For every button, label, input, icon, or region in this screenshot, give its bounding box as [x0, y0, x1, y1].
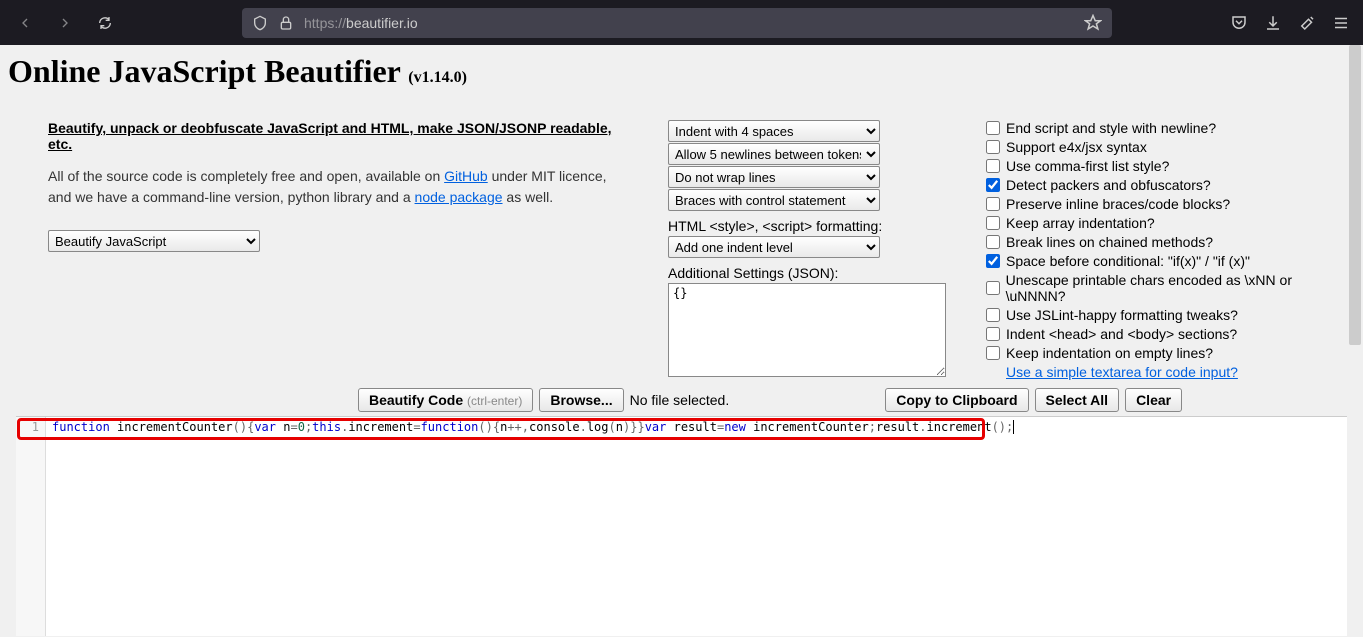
- beautify-mode-select[interactable]: Beautify JavaScript: [48, 230, 260, 252]
- bookmark-star-icon[interactable]: [1084, 14, 1102, 32]
- action-row: Beautify Code (ctrl-enter) Browse... No …: [358, 388, 1355, 412]
- right-column: End script and style with newline? Suppor…: [986, 120, 1346, 380]
- browser-right-icons: [1229, 13, 1351, 33]
- option-6[interactable]: Break lines on chained methods?: [986, 234, 1346, 250]
- option-checkbox-8[interactable]: [986, 281, 1000, 295]
- option-checkbox-0[interactable]: [986, 121, 1000, 135]
- copy-button[interactable]: Copy to Clipboard: [885, 388, 1028, 412]
- gutter: 1: [16, 417, 46, 636]
- subtitle: Beautify, unpack or deobfuscate JavaScri…: [48, 120, 628, 152]
- shield-icon: [252, 15, 268, 31]
- browse-button[interactable]: Browse...: [539, 388, 623, 412]
- downloads-icon[interactable]: [1263, 13, 1283, 33]
- url-bar[interactable]: https://beautifier.io: [242, 8, 1112, 38]
- option-4[interactable]: Preserve inline braces/code blocks?: [986, 196, 1346, 212]
- option-checkbox-9[interactable]: [986, 308, 1000, 322]
- left-column: Beautify, unpack or deobfuscate JavaScri…: [8, 120, 628, 380]
- url-text: https://beautifier.io: [304, 15, 1074, 31]
- use-textarea-link[interactable]: Use a simple textarea for code input?: [1006, 364, 1238, 380]
- newlines-select[interactable]: Allow 5 newlines between tokens: [668, 143, 880, 165]
- devtools-icon[interactable]: [1297, 13, 1317, 33]
- wrap-select[interactable]: Do not wrap lines: [668, 166, 880, 188]
- option-3[interactable]: Detect packers and obfuscators?: [986, 177, 1346, 193]
- option-checkbox-4[interactable]: [986, 197, 1000, 211]
- file-status: No file selected.: [630, 392, 730, 408]
- option-checkbox-3[interactable]: [986, 178, 1000, 192]
- select-all-button[interactable]: Select All: [1035, 388, 1120, 412]
- page-content: Online JavaScript Beautifier (v1.14.0) B…: [0, 45, 1363, 637]
- option-label: Indent <head> and <body> sections?: [1006, 326, 1237, 342]
- node-package-link[interactable]: node package: [415, 189, 503, 205]
- option-label: Keep array indentation?: [1006, 215, 1155, 231]
- option-checkbox-10[interactable]: [986, 327, 1000, 341]
- pocket-icon[interactable]: [1229, 13, 1249, 33]
- github-link[interactable]: GitHub: [444, 168, 488, 184]
- forward-button[interactable]: [52, 10, 78, 36]
- option-7[interactable]: Space before conditional: "if(x)" / "if …: [986, 253, 1346, 269]
- page-title: Online JavaScript Beautifier (v1.14.0): [8, 53, 1355, 90]
- braces-select[interactable]: Braces with control statement: [668, 189, 880, 211]
- option-label: Space before conditional: "if(x)" / "if …: [1006, 253, 1250, 269]
- option-label: Break lines on chained methods?: [1006, 234, 1213, 250]
- option-label: Preserve inline braces/code blocks?: [1006, 196, 1230, 212]
- middle-column: Indent with 4 spaces Allow 5 newlines be…: [668, 120, 946, 380]
- option-label: Unescape printable chars encoded as \xNN…: [1006, 272, 1346, 304]
- option-label: Keep indentation on empty lines?: [1006, 345, 1213, 361]
- description: All of the source code is completely fre…: [48, 166, 628, 208]
- option-label: Use JSLint-happy formatting tweaks?: [1006, 307, 1238, 323]
- code-line[interactable]: function incrementCounter(){var n=0;this…: [52, 420, 1014, 434]
- option-label: Support e4x/jsx syntax: [1006, 139, 1147, 155]
- scrollbar-thumb[interactable]: [1349, 45, 1361, 345]
- additional-settings-label: Additional Settings (JSON):: [668, 265, 946, 281]
- option-label: End script and style with newline?: [1006, 120, 1216, 136]
- option-checkbox-2[interactable]: [986, 159, 1000, 173]
- option-10[interactable]: Indent <head> and <body> sections?: [986, 326, 1346, 342]
- code-editor[interactable]: 1 function incrementCounter(){var n=0;th…: [16, 416, 1347, 636]
- additional-settings-input[interactable]: [668, 283, 946, 377]
- clear-button[interactable]: Clear: [1125, 388, 1182, 412]
- option-label: Detect packers and obfuscators?: [1006, 177, 1211, 193]
- reload-button[interactable]: [92, 10, 118, 36]
- option-0[interactable]: End script and style with newline?: [986, 120, 1346, 136]
- html-format-label: HTML <style>, <script> formatting:: [668, 218, 946, 234]
- option-9[interactable]: Use JSLint-happy formatting tweaks?: [986, 307, 1346, 323]
- option-checkbox-7[interactable]: [986, 254, 1000, 268]
- option-2[interactable]: Use comma-first list style?: [986, 158, 1346, 174]
- option-5[interactable]: Keep array indentation?: [986, 215, 1346, 231]
- indent-select[interactable]: Indent with 4 spaces: [668, 120, 880, 142]
- beautify-button[interactable]: Beautify Code (ctrl-enter): [358, 388, 533, 412]
- lock-icon: [278, 15, 294, 31]
- option-1[interactable]: Support e4x/jsx syntax: [986, 139, 1346, 155]
- menu-icon[interactable]: [1331, 13, 1351, 33]
- option-checkbox-5[interactable]: [986, 216, 1000, 230]
- option-checkbox-11[interactable]: [986, 346, 1000, 360]
- option-label: Use comma-first list style?: [1006, 158, 1169, 174]
- option-11[interactable]: Keep indentation on empty lines?: [986, 345, 1346, 361]
- html-format-select[interactable]: Add one indent level: [668, 236, 880, 258]
- back-button[interactable]: [12, 10, 38, 36]
- option-checkbox-1[interactable]: [986, 140, 1000, 154]
- browser-toolbar: https://beautifier.io: [0, 0, 1363, 45]
- option-8[interactable]: Unescape printable chars encoded as \xNN…: [986, 272, 1346, 304]
- option-checkbox-6[interactable]: [986, 235, 1000, 249]
